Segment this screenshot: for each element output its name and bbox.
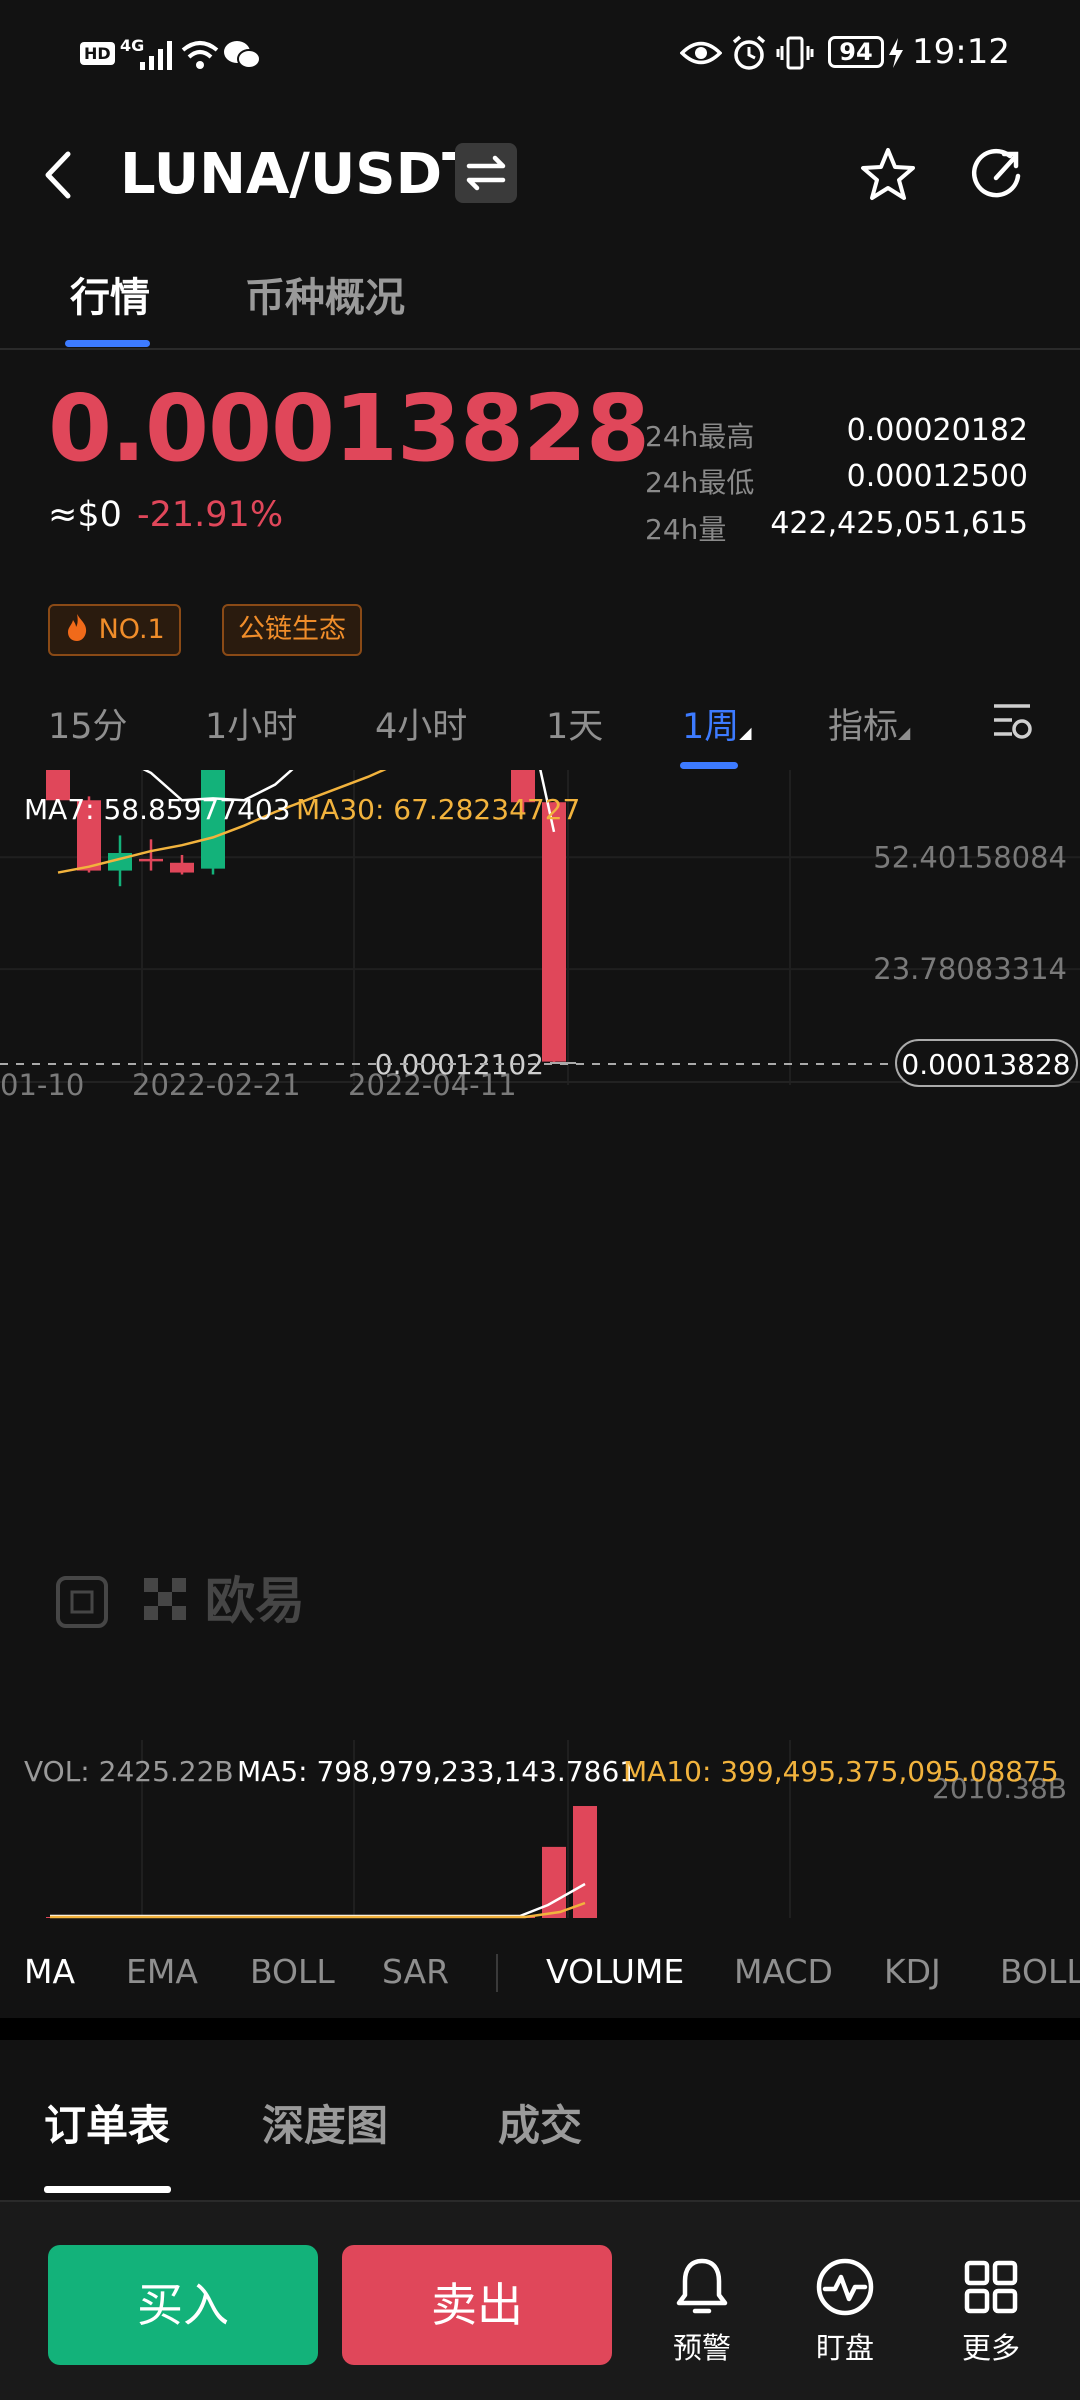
tab-market[interactable]: 行情	[70, 265, 150, 323]
share-icon[interactable]	[966, 146, 1026, 204]
clock: 19:12	[912, 32, 1010, 72]
candle-body	[139, 858, 163, 862]
indicator-boll-sub[interactable]: BOLL	[1000, 1952, 1080, 1991]
volume-24h-value: 422,425,051,615	[770, 506, 1028, 541]
swap-icon	[466, 155, 506, 191]
swap-pair-button[interactable]	[455, 143, 517, 203]
interval-1d[interactable]: 1天	[546, 698, 603, 749]
tab-coin-overview[interactable]: 币种概况	[245, 265, 405, 323]
interval-1h[interactable]: 1小时	[205, 698, 297, 749]
interval-4h[interactable]: 4小时	[375, 698, 467, 749]
pulse-icon	[816, 2258, 874, 2316]
interval-15m[interactable]: 15分	[48, 698, 128, 749]
x-tick-label: 2022-02-21	[132, 1068, 301, 1102]
battery-level: 94	[828, 36, 884, 68]
alert-label: 预警	[672, 2331, 731, 2365]
star-icon[interactable]	[858, 146, 918, 204]
interval-indicator	[680, 762, 738, 769]
wechat-icon	[224, 41, 261, 69]
fire-icon	[68, 614, 87, 641]
interval-1w-caret-icon: ◢	[739, 723, 752, 742]
more-label: 更多	[961, 2331, 1020, 2365]
watch-button[interactable]	[790, 2255, 900, 2323]
vibrate-icon	[776, 36, 814, 70]
change-percent: -21.91%	[137, 495, 284, 535]
ma30-readout: MA30: 67.28234727	[296, 793, 581, 826]
interval-1w-label: 1周	[682, 707, 740, 747]
pair-title[interactable]: LUNA/USDT	[120, 142, 480, 207]
bell-icon	[676, 2258, 728, 2314]
watermark: 欧易	[56, 1572, 305, 1630]
indicator-macd[interactable]: MACD	[734, 1952, 833, 1991]
indicator-divider	[496, 1954, 498, 1992]
app-header: LUNA/USDT	[0, 120, 1080, 230]
order-tab-indicator	[44, 2186, 171, 2193]
indicator-boll[interactable]: BOLL	[250, 1952, 335, 1991]
watermark-text: 欧易	[205, 1572, 305, 1630]
buy-button[interactable]: 买入	[48, 2245, 318, 2365]
ma7-readout: MA7: 58.85977403	[24, 793, 291, 826]
more-button[interactable]	[936, 2255, 1046, 2323]
volume-readout: VOL: 2425.22B	[24, 1755, 234, 1788]
candlestick-chart[interactable]: 欧易 109.6430614881.0223187052.4015808423.…	[0, 770, 1080, 1710]
indicator-sar[interactable]: SAR	[382, 1952, 449, 1991]
chart-settings-icon[interactable]	[990, 700, 1034, 744]
alarm-icon	[732, 35, 766, 70]
status-bar: HD 4G 94 19:12	[0, 0, 1080, 110]
volume-bars	[46, 1806, 597, 1918]
tab-indicator	[65, 340, 150, 347]
interval-1w[interactable]: 1周◢	[682, 698, 752, 749]
back-icon[interactable]	[40, 150, 80, 200]
sell-button[interactable]: 卖出	[342, 2245, 612, 2365]
last-price-tag: 0.00013828	[901, 1048, 1070, 1081]
low-24h-label: 24h最低	[645, 466, 755, 499]
category-tag[interactable]: 公链生态	[222, 604, 362, 656]
y-tick-label: 52.40158084	[873, 840, 1067, 874]
volume-24h-label: 24h量	[645, 513, 727, 546]
candle-body	[542, 802, 566, 1062]
tab-order-book[interactable]: 订单表	[44, 2092, 170, 2153]
hd-badge: HD	[80, 42, 115, 65]
candle	[542, 802, 566, 1062]
alert-button[interactable]	[647, 2255, 757, 2323]
indicator-menu[interactable]: 指标◢	[828, 698, 910, 749]
tab-divider	[0, 348, 1080, 350]
grid-icon	[964, 2260, 1018, 2314]
y-axis: 109.6430614881.0223187052.4015808423.780…	[873, 840, 1067, 986]
rank-tag-label: NO.1	[98, 614, 165, 645]
rank-tag[interactable]: NO.1	[48, 604, 181, 656]
indicator-volume[interactable]: VOLUME	[546, 1952, 684, 1991]
x-tick-label: 01-10	[0, 1068, 84, 1102]
indicator-caret-icon: ◢	[898, 723, 911, 742]
last-price: 0.00013828	[48, 375, 650, 482]
usd-price: ≈$0	[48, 495, 122, 535]
high-24h-value: 0.00020182	[846, 413, 1028, 448]
indicator-kdj[interactable]: KDJ	[884, 1952, 941, 1991]
tab-trades[interactable]: 成交	[498, 2092, 582, 2153]
volume-ma5-line	[50, 1882, 586, 1918]
volume-ma5-readout: MA5: 798,979,233,143.7861	[237, 1755, 638, 1788]
eye-icon	[680, 41, 722, 65]
signal-icon	[140, 41, 172, 70]
volume-ma10-readout: MA10: 399,495,375,095.08875	[623, 1755, 1059, 1788]
charging-icon	[889, 38, 903, 68]
wifi-icon	[181, 41, 219, 69]
section-gap	[0, 2018, 1080, 2040]
volume-bar	[542, 1846, 566, 1918]
indicator-menu-label: 指标	[828, 707, 899, 747]
high-24h-label: 24h最高	[645, 420, 755, 453]
y-tick-label: 23.78083314	[873, 952, 1067, 986]
tab-depth-chart[interactable]: 深度图	[262, 2092, 388, 2153]
indicator-ma[interactable]: MA	[24, 1952, 75, 1991]
watch-label: 盯盘	[815, 2331, 874, 2365]
volume-ma-lines	[50, 1882, 586, 1919]
category-tag-label: 公链生态	[238, 614, 346, 645]
indicator-ema[interactable]: EMA	[126, 1952, 198, 1991]
low-24h-value: 0.00012500	[846, 459, 1028, 494]
volume-bar	[573, 1806, 597, 1918]
candle-body	[170, 862, 194, 873]
